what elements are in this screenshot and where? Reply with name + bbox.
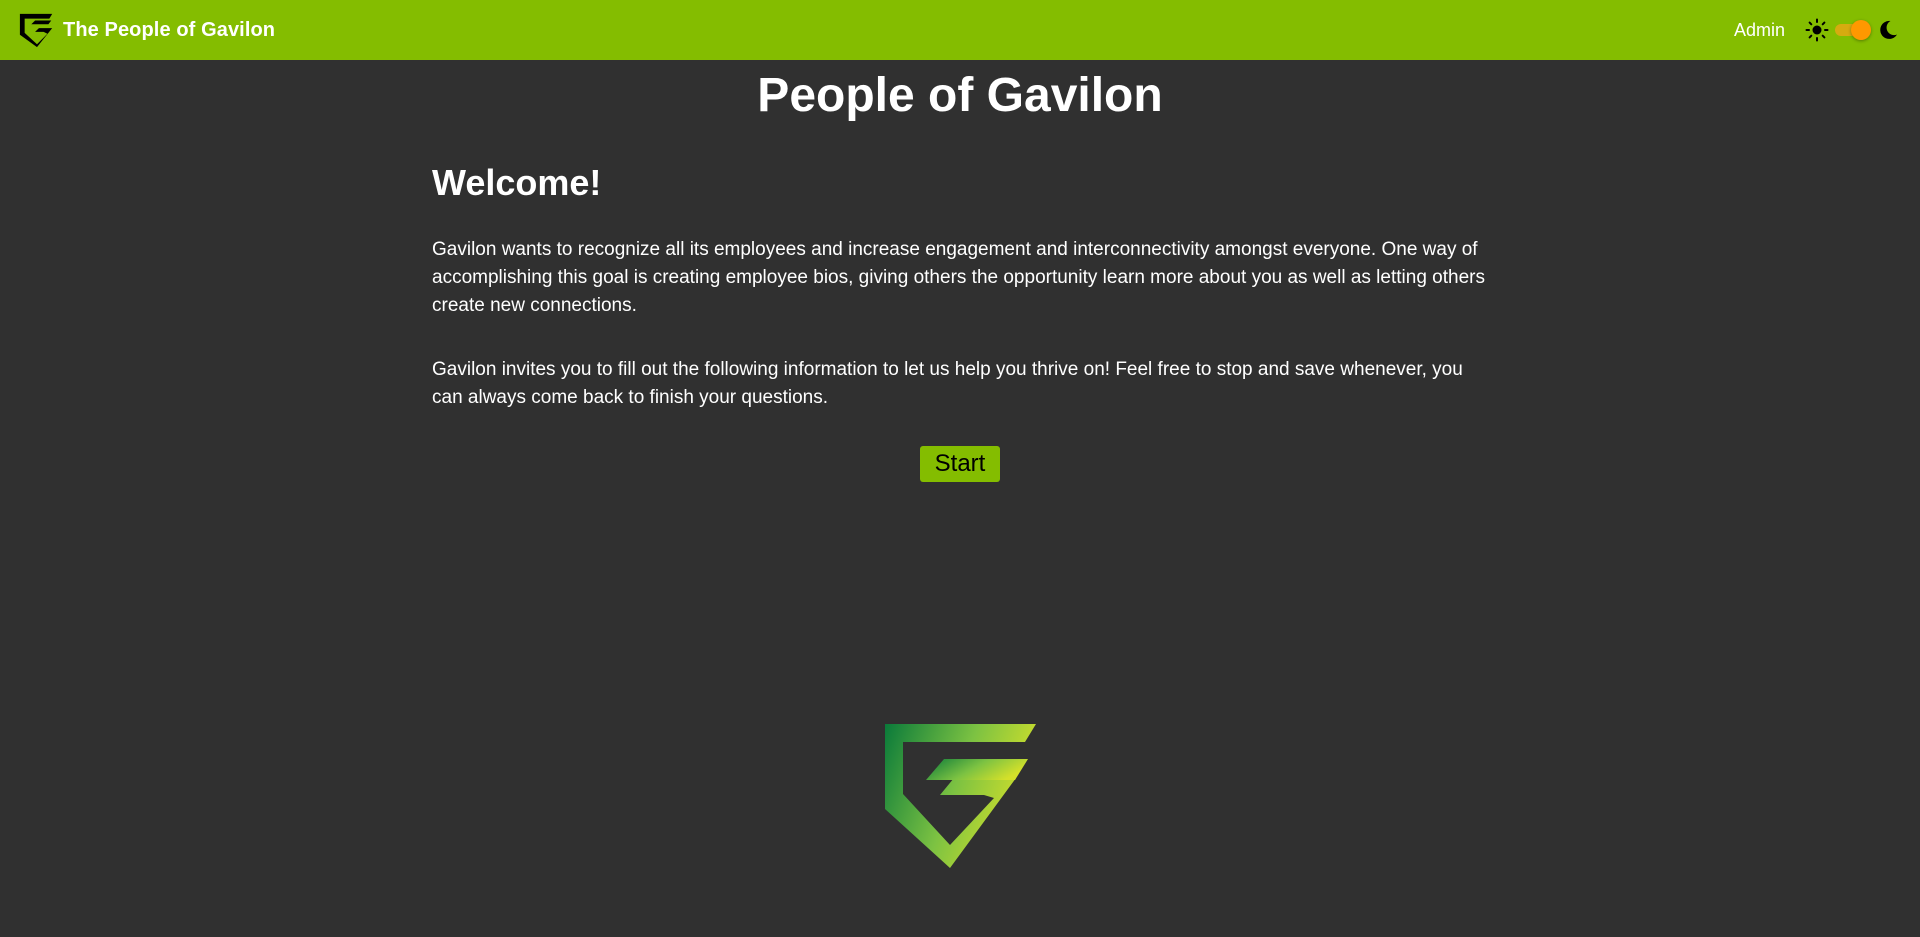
theme-toggle-switch[interactable] — [1835, 20, 1871, 40]
welcome-heading: Welcome! — [432, 162, 602, 203]
invite-paragraph: Gavilon invites you to fill out the foll… — [432, 359, 1463, 408]
admin-link[interactable]: Admin — [1734, 20, 1785, 41]
moon-icon — [1880, 20, 1897, 39]
gavilon-shield-logo-icon — [19, 13, 53, 48]
intro-paragraph: Gavilon wants to recognize all its emplo… — [432, 239, 1485, 316]
gavilon-logo-icon — [885, 724, 1036, 868]
brand-home-link[interactable]: The People of Gavilon — [18, 11, 275, 49]
header-actions: Admin — [1734, 0, 1900, 60]
sun-icon — [1805, 18, 1829, 42]
brand-title: The People of Gavilon — [63, 18, 276, 41]
start-button-container: Start — [0, 446, 1920, 482]
page-title: People of Gavilon — [757, 69, 1163, 122]
start-button[interactable]: Start — [919, 446, 1001, 482]
welcome-section: Welcome! Gavilon wants to recognize all … — [432, 160, 1492, 412]
theme-toggle-thumb[interactable] — [1851, 20, 1871, 40]
top-app-bar: The People of Gavilon Admin — [0, 0, 1920, 60]
